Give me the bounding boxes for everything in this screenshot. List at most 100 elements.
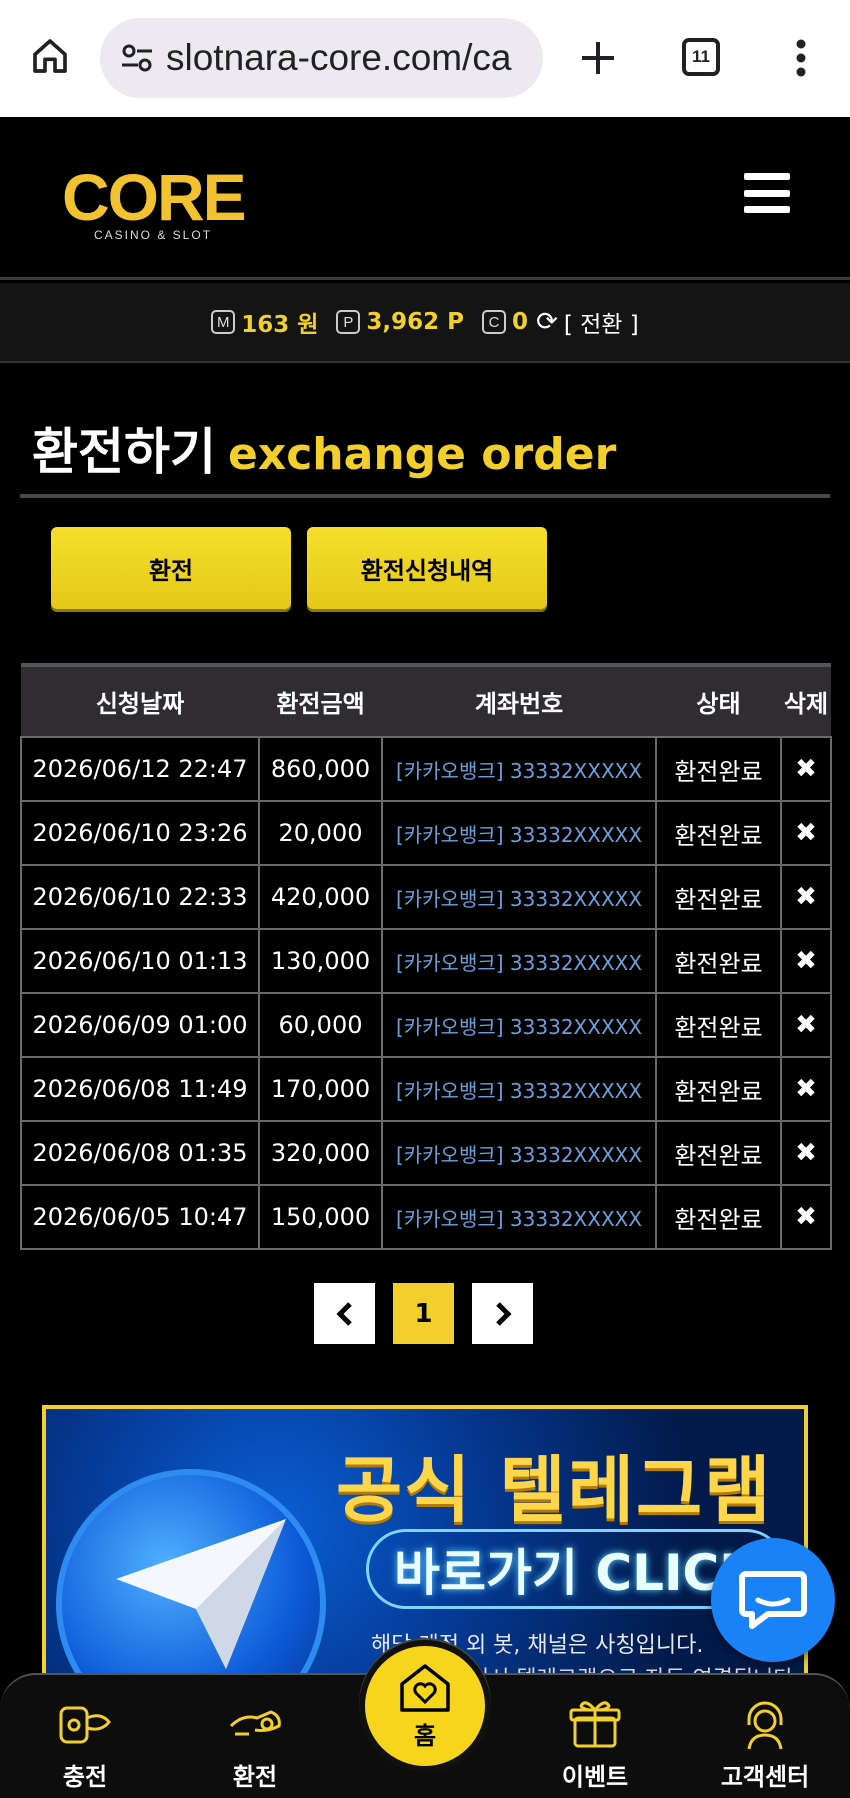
logo-subtitle: CASINO & SLOT xyxy=(94,228,213,242)
chat-icon xyxy=(739,1571,807,1629)
live-chat-button[interactable] xyxy=(711,1538,835,1662)
prev-page-button[interactable] xyxy=(314,1283,375,1344)
cell-amount: 130,000 xyxy=(258,928,383,994)
cell-date: 2026/06/05 10:47 xyxy=(20,1184,260,1250)
cell-status: 환전완료 xyxy=(655,992,782,1058)
money-value: 163 원 xyxy=(241,312,319,338)
exchange-icon xyxy=(195,1695,315,1751)
table-row: 2026/06/10 22:33 420,000 [카카오뱅크] 33332XXXX… xyxy=(20,864,832,930)
nav-home-button[interactable]: 홈 xyxy=(359,1640,491,1772)
cell-amount: 860,000 xyxy=(258,736,383,802)
coin-balance: C 0 xyxy=(482,309,530,335)
home-icon[interactable] xyxy=(24,30,76,82)
cell-date: 2026/06/12 22:47 xyxy=(20,736,260,802)
cell-date: 2026/06/09 01:00 xyxy=(20,992,260,1058)
site-settings-icon[interactable] xyxy=(114,35,160,81)
tab-switcher-button[interactable]: 11 xyxy=(682,38,720,76)
point-value: 3,962 P xyxy=(366,309,465,335)
delete-icon[interactable]: ✖ xyxy=(780,1056,832,1122)
header-date: 신청날짜 xyxy=(21,663,259,737)
cell-date: 2026/06/08 11:49 xyxy=(20,1056,260,1122)
delete-icon[interactable]: ✖ xyxy=(780,928,832,994)
nav-event-label: 이벤트 xyxy=(561,1763,629,1791)
paper-plane-icon xyxy=(116,1519,286,1669)
cell-status: 환전완료 xyxy=(655,1056,782,1122)
cell-amount: 420,000 xyxy=(258,864,383,930)
money-icon: M xyxy=(211,310,236,334)
exchange-history-button[interactable]: 환전신청내역 xyxy=(307,527,547,609)
cell-amount: 60,000 xyxy=(258,992,383,1058)
cell-status: 환전완료 xyxy=(655,864,782,930)
nav-support[interactable]: 고객센터 xyxy=(705,1695,825,1792)
table-row: 2026/06/10 23:26 20,000 [카카오뱅크] 33332XXXXX… xyxy=(20,800,832,866)
convert-button[interactable]: [ 전환 ] xyxy=(564,305,639,339)
cell-account: [카카오뱅크] 33332XXXXX xyxy=(381,1056,657,1122)
cell-status: 환전완료 xyxy=(655,928,782,994)
cell-status: 환전완료 xyxy=(655,800,782,866)
delete-icon[interactable]: ✖ xyxy=(780,864,832,930)
nav-charge[interactable]: 충전 xyxy=(25,1695,145,1792)
gift-icon xyxy=(535,1695,655,1751)
header-status: 상태 xyxy=(656,663,781,737)
table-row: 2026/06/08 11:49 170,000 [카카오뱅크] 33332XXXX… xyxy=(20,1056,832,1122)
cell-account: [카카오뱅크] 33332XXXXX xyxy=(381,800,657,866)
page-title: 환전하기 exchange order xyxy=(32,412,616,484)
cell-account: [카카오뱅크] 33332XXXXX xyxy=(381,736,657,802)
cell-account: [카카오뱅크] 33332XXXXX xyxy=(381,864,657,930)
cell-amount: 320,000 xyxy=(258,1120,383,1186)
refresh-icon[interactable]: ⟳ xyxy=(536,307,558,337)
url-text[interactable]: slotnara-core.com/ca xyxy=(166,37,511,79)
address-bar[interactable]: slotnara-core.com/ca xyxy=(100,18,543,98)
cell-date: 2026/06/10 22:33 xyxy=(20,864,260,930)
cell-date: 2026/06/10 23:26 xyxy=(20,800,260,866)
table-row: 2026/06/10 01:13 130,000 [카카오뱅크] 33332XXXX… xyxy=(20,928,832,994)
nav-event[interactable]: 이벤트 xyxy=(535,1695,655,1792)
home-heart-icon xyxy=(400,1663,450,1712)
site-header: CORE CASINO & SLOT xyxy=(0,117,850,280)
balance-bar: M 163 원 P 3,962 P C 0 ⟳ [ 전환 ] xyxy=(0,283,850,363)
delete-icon[interactable]: ✖ xyxy=(780,1120,832,1186)
delete-icon[interactable]: ✖ xyxy=(780,736,832,802)
cell-amount: 20,000 xyxy=(258,800,383,866)
table-row: 2026/06/12 22:47 860,000 [카카오뱅크] 33332XXXX… xyxy=(20,736,832,802)
delete-icon[interactable]: ✖ xyxy=(780,1184,832,1250)
exchange-history-table: 신청날짜 환전금액 계좌번호 상태 삭제 2026/06/12 22:47 860… xyxy=(20,663,832,1250)
cell-account: [카카오뱅크] 33332XXXXX xyxy=(381,992,657,1058)
exchange-button[interactable]: 환전 xyxy=(51,527,291,609)
table-row: 2026/06/05 10:47 150,000 [카카오뱅크] 33332XXXX… xyxy=(20,1184,832,1250)
more-menu-icon[interactable] xyxy=(783,35,819,81)
logo-text: CORE xyxy=(62,160,247,234)
delete-icon[interactable]: ✖ xyxy=(780,992,832,1058)
coin-value: 0 xyxy=(512,309,529,335)
pagination: 1 xyxy=(314,1283,533,1344)
cell-date: 2026/06/10 01:13 xyxy=(20,928,260,994)
title-divider xyxy=(20,494,830,498)
cell-status: 환전완료 xyxy=(655,1184,782,1250)
coin-icon: C xyxy=(482,310,507,334)
next-page-button[interactable] xyxy=(472,1283,533,1344)
page-title-en: exchange order xyxy=(228,429,617,480)
cell-amount: 170,000 xyxy=(258,1056,383,1122)
cell-account: [카카오뱅크] 33332XXXXX xyxy=(381,1184,657,1250)
money-balance: M 163 원 xyxy=(211,305,330,339)
table-row: 2026/06/08 01:35 320,000 [카카오뱅크] 33332XXXX… xyxy=(20,1120,832,1186)
site-logo[interactable]: CORE CASINO & SLOT xyxy=(62,164,252,244)
page-1-button[interactable]: 1 xyxy=(393,1283,454,1344)
menu-icon[interactable] xyxy=(744,173,790,213)
banner-title: 공식 텔레그램 xyxy=(336,1448,773,1532)
cell-status: 환전완료 xyxy=(655,1120,782,1186)
header-amount: 환전금액 xyxy=(259,663,382,737)
nav-home-label: 홈 xyxy=(413,1721,437,1750)
nav-exchange[interactable]: 환전 xyxy=(195,1695,315,1792)
charge-icon xyxy=(25,1695,145,1751)
new-tab-icon[interactable] xyxy=(572,32,624,84)
cell-date: 2026/06/08 01:35 xyxy=(20,1120,260,1186)
browser-toolbar: slotnara-core.com/ca 11 xyxy=(0,0,850,117)
cell-account: [카카오뱅크] 33332XXXXX xyxy=(381,928,657,994)
table-row: 2026/06/09 01:00 60,000 [카카오뱅크] 33332XXXXX… xyxy=(20,992,832,1058)
nav-support-label: 고객센터 xyxy=(720,1763,810,1791)
cell-status: 환전완료 xyxy=(655,736,782,802)
cell-account: [카카오뱅크] 33332XXXXX xyxy=(381,1120,657,1186)
delete-icon[interactable]: ✖ xyxy=(780,800,832,866)
headset-icon xyxy=(705,1695,825,1751)
